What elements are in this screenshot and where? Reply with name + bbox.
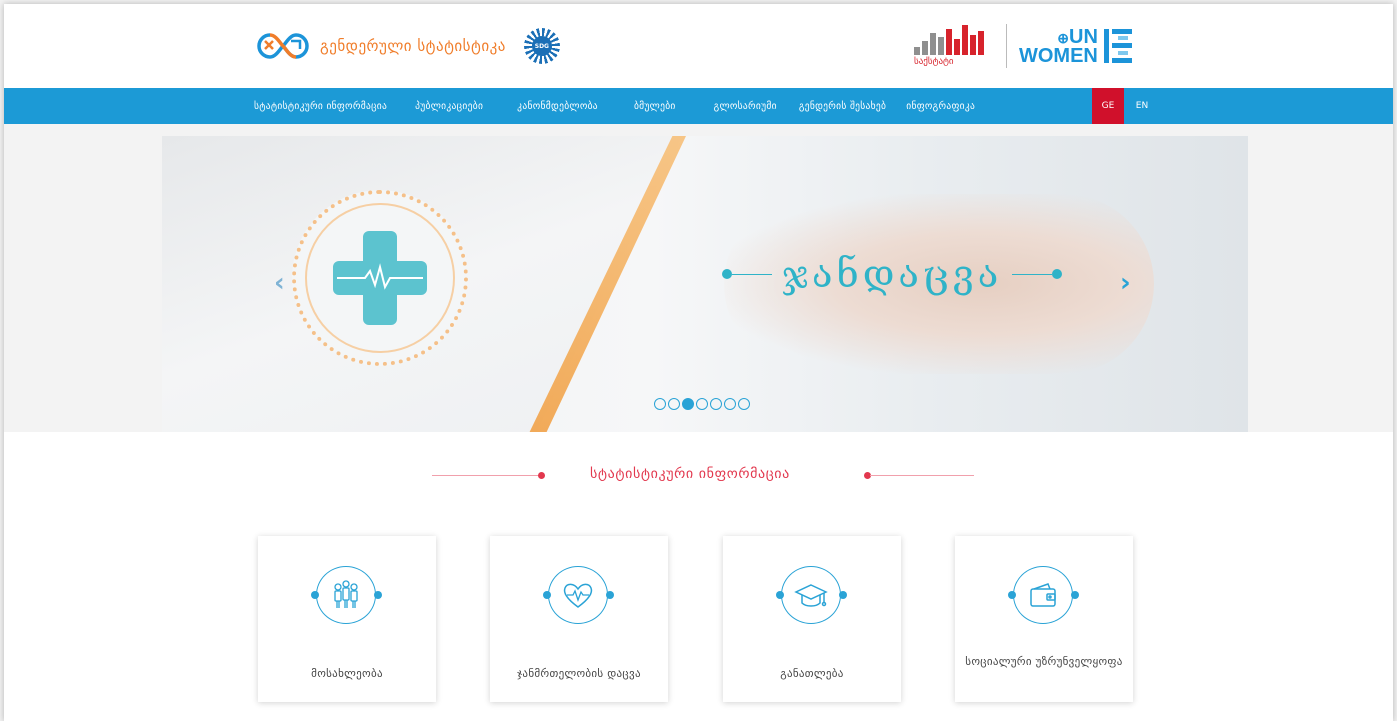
- sdg-logo: SDG: [523, 28, 560, 64]
- nav-item-infographics[interactable]: ინფოგრაფიკა: [906, 101, 975, 112]
- unwomen-logo[interactable]: ⊕UN WOMEN: [1019, 27, 1134, 67]
- heart-pulse-icon: [563, 583, 593, 608]
- partner-logos: საქსტატი ⊕UN WOMEN: [914, 22, 1134, 70]
- geostat-bars-icon: [914, 25, 984, 55]
- geostat-logo[interactable]: საქსტატი: [914, 25, 994, 67]
- page-frame: გენდერული სტატისტიკა SDG საქსტატი ⊕UN WO…: [4, 4, 1393, 721]
- lang-en-button[interactable]: EN: [1126, 88, 1158, 124]
- section-header: სტატისტიკური ინფორმაცია: [4, 466, 1393, 486]
- nav-list: სტატისტიკური ინფორმაცია პუბლიკაციები კან…: [254, 88, 1003, 124]
- card-healthcare[interactable]: ჯანმრთელობის დაცვა: [490, 536, 668, 702]
- slider-pagination: [654, 398, 750, 410]
- nav-item-glossary[interactable]: გლოსარიუმი: [714, 101, 777, 112]
- category-cards: მოსახლეობა ჯანმრთელობის დაცვა განათლება …: [4, 536, 1393, 706]
- lang-ge-button[interactable]: GE: [1092, 88, 1124, 124]
- slider-dot[interactable]: [710, 398, 722, 410]
- nav-item-publications[interactable]: პუბლიკაციები: [415, 101, 483, 112]
- slider-dot[interactable]: [738, 398, 750, 410]
- nav-item-links[interactable]: ბმულები: [634, 101, 676, 112]
- wallet-icon: [1030, 583, 1056, 607]
- section-title: სტატისტიკური ინფორმაცია: [590, 466, 790, 482]
- caption-dot-left: [722, 269, 732, 279]
- slider-dot[interactable]: [696, 398, 708, 410]
- people-icon: [334, 580, 358, 608]
- sdg-label: SDG: [531, 36, 552, 56]
- card-label: განათლება: [780, 667, 844, 680]
- caption-dot-right: [1052, 269, 1063, 279]
- brand-logo[interactable]: გენდერული სტატისტიკა SDG: [254, 26, 560, 66]
- section-dot-left: [538, 472, 545, 479]
- medical-cross-icon: [333, 231, 427, 325]
- card-social-security[interactable]: სოციალური უზრუნველყოფა: [955, 536, 1133, 702]
- card-label: სოციალური უზრუნველყოფა: [965, 655, 1123, 668]
- main-nav: სტატისტიკური ინფორმაცია პუბლიკაციები კან…: [4, 88, 1393, 124]
- infinity-logo-icon: [257, 33, 309, 59]
- nav-item-about-gender[interactable]: გენდერის შესახებ: [799, 101, 886, 112]
- slider-dot[interactable]: [724, 398, 736, 410]
- unwomen-line2: WOMEN: [1019, 44, 1098, 67]
- brand-title: გენდერული სტატისტიკა: [320, 37, 506, 55]
- unwomen-equality-icon: [1103, 29, 1132, 63]
- chevron-left-icon[interactable]: ‹: [274, 268, 285, 298]
- slide-health-badge: [292, 190, 468, 366]
- slide-caption: ჯანდაცვა: [722, 252, 1063, 296]
- nav-item-statistics[interactable]: სტატისტიკური ინფორმაცია: [254, 101, 387, 112]
- slider-dot[interactable]: [668, 398, 680, 410]
- unwomen-text: ⊕UN WOMEN: [1019, 27, 1098, 67]
- slide-title: ჯანდაცვა: [782, 252, 1003, 296]
- logo-divider: [1006, 24, 1007, 68]
- card-label: ჯანმრთელობის დაცვა: [517, 667, 641, 680]
- site-header: გენდერული სტატისტიკა SDG საქსტატი ⊕UN WO…: [4, 4, 1393, 88]
- graduation-cap-icon: [794, 584, 828, 607]
- un-emblem-icon: ⊕: [1057, 29, 1069, 46]
- nav-item-legislation[interactable]: კანონმდებლობა: [517, 101, 598, 112]
- slider-dot[interactable]: [654, 398, 666, 410]
- card-label: მოსახლეობა: [311, 667, 383, 680]
- geostat-label: საქსტატი: [914, 57, 954, 67]
- hero-slider: ჯანდაცვა ‹ ›: [4, 124, 1393, 432]
- slider-dot[interactable]: [682, 398, 694, 410]
- chevron-right-icon[interactable]: ›: [1120, 268, 1131, 298]
- card-education[interactable]: განათლება: [723, 536, 901, 702]
- card-population[interactable]: მოსახლეობა: [258, 536, 436, 702]
